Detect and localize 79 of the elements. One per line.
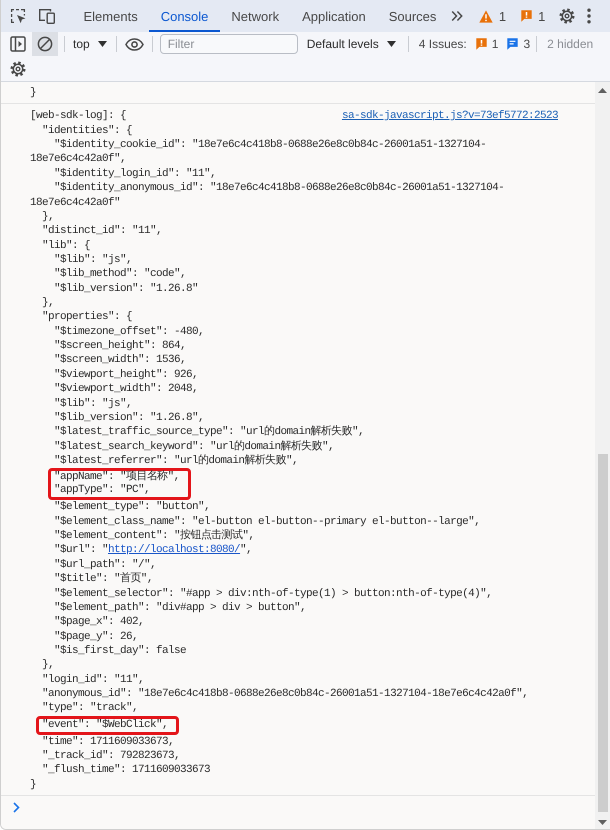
code-line: "$element_class_name": "el-button el-button--primary el-button--large", [53, 514, 480, 528]
hidden-count: 2 hidden [547, 37, 594, 51]
issues-button[interactable]: 4 Issues: 1 3 [418, 37, 530, 51]
code-line: "$lib_version": "1.26.8", [53, 410, 204, 426]
device-toolbar-icon[interactable] [38, 8, 56, 24]
code-line: "$viewport_width": 2048, [53, 382, 198, 397]
issue-alert-icon [476, 38, 487, 50]
code-line: "type": "track", [41, 701, 138, 716]
code-line: }, [41, 210, 54, 224]
settings-icon[interactable] [559, 8, 575, 24]
scrollbar[interactable] [595, 82, 610, 829]
url-link[interactable]: http://localhost:8080/ [108, 544, 240, 556]
code-line: "$url": "http://localhost:8080/", [53, 543, 252, 558]
code-line: "$lib": "js", [53, 252, 132, 268]
code-line: "$latest_search_keyword": "url的domain解析失败", [53, 440, 334, 454]
code-line: "$element_path": "div#app > div > button", [53, 600, 306, 616]
code-line: "_track_id": 792823673, [41, 749, 180, 764]
code-line: "lib": { [41, 238, 90, 253]
code-line: "anonymous_id": "18e7e6c4c418b8-0688e26e8c0b84c-26001a51-1327104-18e7e6c4c42a0f", [41, 687, 528, 702]
prompt-chevron-icon [13, 802, 20, 813]
scrollbar-thumb[interactable] [598, 454, 608, 812]
code-line: "$identity_login_id": "11", [53, 166, 216, 182]
tab[interactable]: Application [290, 0, 378, 32]
code-line: "$element_content": "按钮点击测试", [53, 529, 254, 544]
tab[interactable]: Elements [72, 0, 150, 32]
context-select[interactable]: top [72, 37, 108, 51]
code-line: "$element_selector": "#app > div:nth-of-type(1) > button:nth-of-type(4)", [53, 586, 492, 601]
code-line: "$viewport_height": 926, [53, 368, 198, 382]
code-line: "$screen_width": 1536, [53, 353, 186, 368]
filter-field[interactable]: Filter [160, 34, 298, 54]
code-line: "$lib_method": "code", [53, 267, 186, 282]
scroll-down-icon[interactable] [598, 820, 607, 825]
tab[interactable]: Sources [377, 0, 448, 32]
code-line: "login_id": "11", [41, 672, 144, 688]
code-line: "$timezone_offset": -480, [53, 324, 204, 340]
code-line: "$latest_traffic_source_type": "url的domain解析失败", [53, 425, 364, 440]
caret-icon [98, 41, 107, 47]
code-line: "distinct_id": "11", [41, 224, 162, 239]
code-line: "identities": { [41, 124, 132, 138]
warning-icon [478, 10, 493, 22]
code-line: }, [41, 658, 54, 673]
scroll-up-icon[interactable] [598, 88, 607, 93]
issues-count-button[interactable]: 1 [521, 8, 546, 24]
code-line: "$identity_anonymous_id": "18e7e6c4c418b8-0688e26e8c0b84c-26001a51-1327104-18e7e6c4c42a0f" [30, 181, 506, 210]
clear-console-icon[interactable] [32, 32, 58, 56]
code-line: "time": 1711609033673, [41, 734, 174, 750]
log-levels-select[interactable]: Default levels [306, 37, 397, 51]
caret-icon [386, 41, 396, 47]
inspect-icon[interactable] [10, 8, 26, 24]
code-line: "$screen_height": 864, [53, 339, 186, 354]
sidebar-toggle-icon[interactable] [10, 36, 26, 52]
warnings-button[interactable]: 1 [478, 8, 506, 24]
code-line: "event": "$WebClick", [42, 718, 168, 732]
code-line: "$page_y": 26, [53, 630, 138, 644]
alert-icon [521, 10, 532, 22]
code-line: "properties": { [41, 310, 132, 325]
more-tabs-icon[interactable] [450, 10, 463, 22]
code-line: "$is_first_day": false [53, 644, 186, 658]
eye-icon[interactable] [124, 38, 144, 50]
code-line: }, [41, 296, 54, 310]
code-line: "$element_type": "button", [53, 500, 210, 515]
more-options-icon[interactable] [587, 8, 591, 24]
code-line: } [30, 86, 36, 100]
code-line: "$latest_referrer": "url的domain解析失败", [53, 454, 298, 468]
issue-message-icon [507, 38, 518, 50]
code-line: } [30, 778, 36, 792]
code-line: "$identity_cookie_id": "18e7e6c4c418b8-0688e26e8c0b84c-26001a51-1327104-18e7e6c4c42a0f", [30, 138, 488, 167]
code-line: "appName": "项目名称", [54, 471, 180, 484]
code-line: "$url_path": "/", [53, 558, 156, 572]
code-line: "$lib": "js", [53, 396, 132, 411]
console-settings-icon[interactable] [10, 60, 26, 76]
code-line: "$page_x": 402, [53, 615, 144, 630]
code-line: [web-sdk-log]: { [30, 109, 126, 124]
code-line: "appType": "PC", [54, 484, 150, 498]
code-line: "$lib_version": "1.26.8" [53, 282, 198, 296]
code-line: "$title": "首页", [53, 572, 153, 586]
tab[interactable]: Network [220, 0, 291, 32]
source-link[interactable]: sa-sdk-javascript.js?v=73ef5772:2523 [342, 109, 558, 124]
code-line: "_flush_time": 1711609033673 [41, 763, 210, 778]
